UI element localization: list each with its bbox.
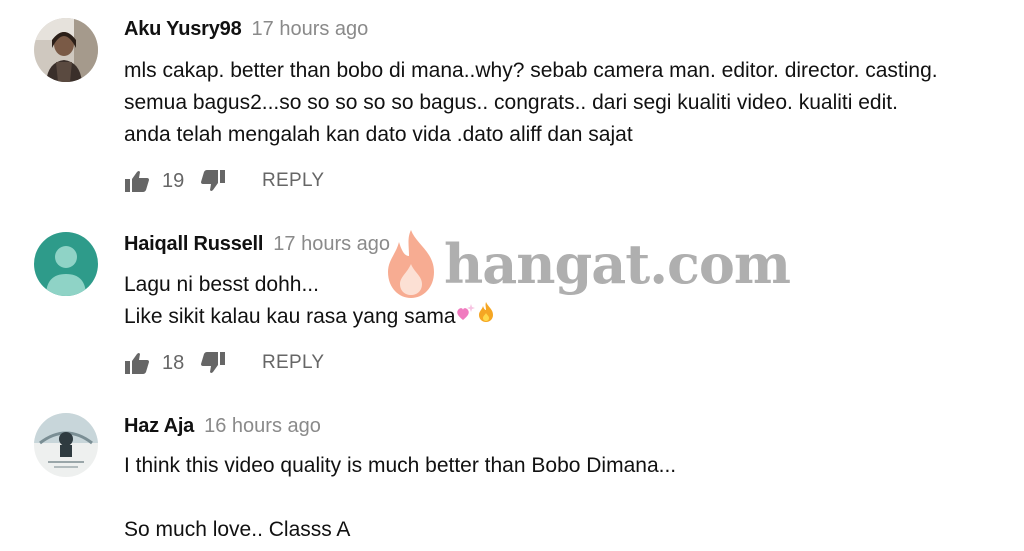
like-count: 19: [162, 169, 185, 192]
thumbs-up-icon[interactable]: [124, 351, 150, 375]
comment-text-line: Like sikit kalau kau rasa yang sama: [124, 301, 496, 333]
author-name[interactable]: Haz Aja: [124, 415, 194, 437]
timestamp[interactable]: 16 hours ago: [204, 415, 321, 437]
thumbs-down-icon[interactable]: [200, 169, 226, 193]
comment-actions: 19 REPLY: [124, 167, 324, 195]
comment-text-line: So much love.. Classs A: [124, 518, 351, 541]
comment-text: Like sikit kalau kau rasa yang sama: [124, 305, 456, 328]
timestamp[interactable]: 17 hours ago: [273, 233, 390, 255]
timestamp[interactable]: 17 hours ago: [252, 18, 369, 40]
comment-text-line: anda telah mengalah kan dato vida .dato …: [124, 123, 633, 146]
comment-text-line: I think this video quality is much bette…: [124, 454, 677, 477]
comment-header: Aku Yusry98 17 hours ago: [124, 18, 368, 46]
comment-item: Haiqall Russell 17 hours ago Lagu ni bess…: [0, 210, 1024, 395]
comment-text-line: Lagu ni besst dohh...: [124, 273, 319, 296]
comment-header: Haiqall Russell 17 hours ago: [124, 233, 390, 261]
reply-button[interactable]: REPLY: [262, 352, 324, 374]
thumbs-down-icon[interactable]: [200, 351, 226, 375]
sparkling-heart-icon: [456, 301, 476, 333]
comment-actions: 18 REPLY: [124, 349, 324, 377]
reply-button[interactable]: REPLY: [262, 170, 324, 192]
comments-section: Aku Yusry98 17 hours ago mls cakap. bette…: [0, 0, 1024, 551]
default-avatar[interactable]: [34, 232, 98, 296]
comment-item: Aku Yusry98 17 hours ago mls cakap. bette…: [0, 0, 1024, 210]
comment-header: Haz Aja 16 hours ago: [124, 415, 321, 443]
author-name[interactable]: Haiqall Russell: [124, 233, 263, 255]
like-count: 18: [162, 351, 185, 374]
comment-text-line: mls cakap. better than bobo di mana..why…: [124, 59, 938, 82]
comment-text-line: semua bagus2...so so so so so bagus.. co…: [124, 91, 898, 114]
fire-icon: [476, 301, 496, 333]
comment-item: Haz Aja 16 hours ago I think this video q…: [0, 395, 1024, 551]
thumbs-up-icon[interactable]: [124, 169, 150, 193]
avatar[interactable]: [34, 18, 98, 82]
avatar[interactable]: [34, 413, 98, 477]
author-name[interactable]: Aku Yusry98: [124, 18, 242, 40]
